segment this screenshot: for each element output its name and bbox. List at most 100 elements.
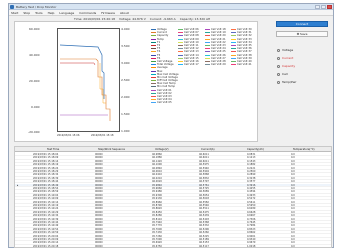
menu-tools[interactable]: Tools (35, 11, 42, 15)
radio-circle (277, 72, 280, 76)
legend-swatch (231, 35, 236, 37)
legend-swatch (151, 73, 156, 75)
legend-column: Cell Volt 30 Cell Volt 31 Cell Volt 32 Cell… (231, 28, 252, 66)
legend-swatch (231, 51, 236, 53)
legend-swatch (205, 38, 210, 40)
legend-swatch (151, 32, 156, 34)
menu-bar: Start Stop Tools Help Language Commands … (9, 10, 333, 16)
menu-language[interactable]: Language (59, 11, 74, 15)
legend-swatch (205, 64, 210, 66)
data-table[interactable]: Test Time Step/Work Sequence Voltage(V) … (14, 146, 332, 248)
column-header[interactable]: Step/Work Sequence (98, 148, 125, 151)
legend-swatch (151, 99, 156, 101)
legend-swatch (178, 60, 183, 62)
maximize-button[interactable] (321, 5, 326, 9)
minimize-button[interactable] (315, 5, 320, 9)
legend-swatch (178, 54, 183, 56)
radio-voltage[interactable]: Voltage (277, 48, 293, 52)
legend-swatch (178, 32, 183, 34)
legend-swatch (205, 57, 210, 59)
radio-circle (277, 48, 280, 52)
table-header: Test Time Step/Work Sequence Voltage(V) … (15, 147, 331, 152)
radio-cell[interactable]: Cell (277, 72, 288, 76)
table-row[interactable]: 2019/03/01 15:20:18 00000 45.6750 46.5117 1.… (15, 244, 331, 248)
chart-panel: 60.000 40.000 20.000 0.000 -20.000 4.000… (14, 21, 258, 142)
column-header[interactable]: Temperature(°C) (293, 148, 315, 151)
legend-swatch (151, 86, 156, 88)
legend-swatch (205, 48, 210, 50)
legend-swatch (178, 35, 183, 37)
legend-column: Cell Volt 06 Cell Volt 07 Cell Volt 08 Cell… (178, 28, 199, 66)
legend-swatch (205, 32, 210, 34)
legend-swatch (151, 57, 156, 59)
column-header[interactable]: Voltage(V) (155, 148, 169, 151)
legend-swatch (178, 51, 183, 53)
radio-label: Temp/Pwr (282, 80, 297, 84)
legend-swatch (231, 48, 236, 50)
connect-button[interactable]: Connect (276, 21, 328, 27)
legend-swatch (178, 41, 183, 43)
menu-help[interactable]: Help (48, 11, 55, 15)
legend-swatch (231, 60, 236, 62)
x-tick: 2019/03/01 15:18 (91, 134, 114, 137)
menu-commands[interactable]: Commands (79, 11, 96, 15)
save-button[interactable]: ✚ Save (276, 31, 328, 37)
legend-item[interactable]: Cell Volt 05 (151, 101, 179, 104)
table-cell: 1.0018 (247, 244, 256, 248)
legend-swatch (151, 89, 156, 91)
legend-swatch (151, 38, 156, 40)
close-button[interactable] (327, 5, 332, 9)
legend-swatch (151, 29, 156, 31)
radio-current[interactable]: Current (277, 56, 293, 60)
radio-temp-pwr[interactable]: Temp/Pwr (277, 80, 297, 84)
legend-swatch (178, 29, 183, 31)
column-header[interactable]: Capacity(Ah) (247, 148, 264, 151)
left-tick: 20.000 (29, 79, 40, 83)
menu-about[interactable]: About (120, 11, 129, 15)
app-window: Battery Test / Drop Monitor Start Stop T… (8, 3, 334, 248)
legend-swatch (205, 54, 210, 56)
right-tick: 2.000 (121, 95, 130, 99)
right-tick: 1.000 (121, 129, 130, 133)
legend-swatch (151, 83, 156, 85)
series-line (60, 58, 111, 121)
legend-swatch (231, 32, 236, 34)
legend-item[interactable]: Cell Volt 29 (205, 63, 226, 66)
legend-swatch (178, 64, 183, 66)
column-header[interactable]: Test Time (47, 148, 59, 151)
legend-swatch (151, 54, 156, 56)
table-cell: 00000 (95, 244, 103, 248)
legend-item[interactable]: Cell Volt 41 (231, 63, 252, 66)
legend-swatch (151, 67, 156, 69)
legend-swatch (231, 41, 236, 43)
legend-swatch (231, 54, 236, 56)
legend-swatch (205, 60, 210, 62)
table-cell: 2019/03/01 15:20:18 (33, 244, 59, 248)
radio-capacity[interactable]: Capacity (277, 64, 295, 68)
legend-swatch (205, 45, 210, 47)
legend-swatch (151, 41, 156, 43)
series-line (60, 62, 96, 66)
legend-swatch (178, 38, 183, 40)
legend-item[interactable]: Cell Volt 17 (178, 63, 199, 66)
menu-stop[interactable]: Stop (23, 11, 30, 15)
left-tick: 0.000 (31, 105, 40, 109)
legend-swatch (151, 60, 156, 62)
legend-column: Voltage Current Capacity Temp T1 T2 T3 T4 T5 T6 Ce… (151, 28, 179, 105)
legend-swatch (151, 48, 156, 50)
table-cell: 46.5117 (199, 244, 209, 248)
table-cell: 45.6750 (152, 244, 162, 248)
menu-start[interactable]: Start (11, 11, 18, 15)
right-tick: 3.000 (121, 61, 130, 65)
legend-column: Cell Volt 18 Cell Volt 19 Cell Volt 20 Cell… (205, 28, 226, 66)
side-panel: Connect ✚ Save Voltage Current Capacity … (261, 21, 333, 142)
legend-swatch (231, 38, 236, 40)
plot-area[interactable] (57, 28, 120, 132)
legend-label: Cell Volt 17 (184, 63, 199, 67)
x-tick: 2019/03/01 15:06 (57, 134, 80, 137)
column-header[interactable]: Current(A) (201, 148, 215, 151)
legend-swatch (205, 41, 210, 43)
menu-firmware[interactable]: Firmware (101, 11, 115, 15)
legend-swatch (205, 35, 210, 37)
left-tick: 60.000 (29, 27, 40, 31)
